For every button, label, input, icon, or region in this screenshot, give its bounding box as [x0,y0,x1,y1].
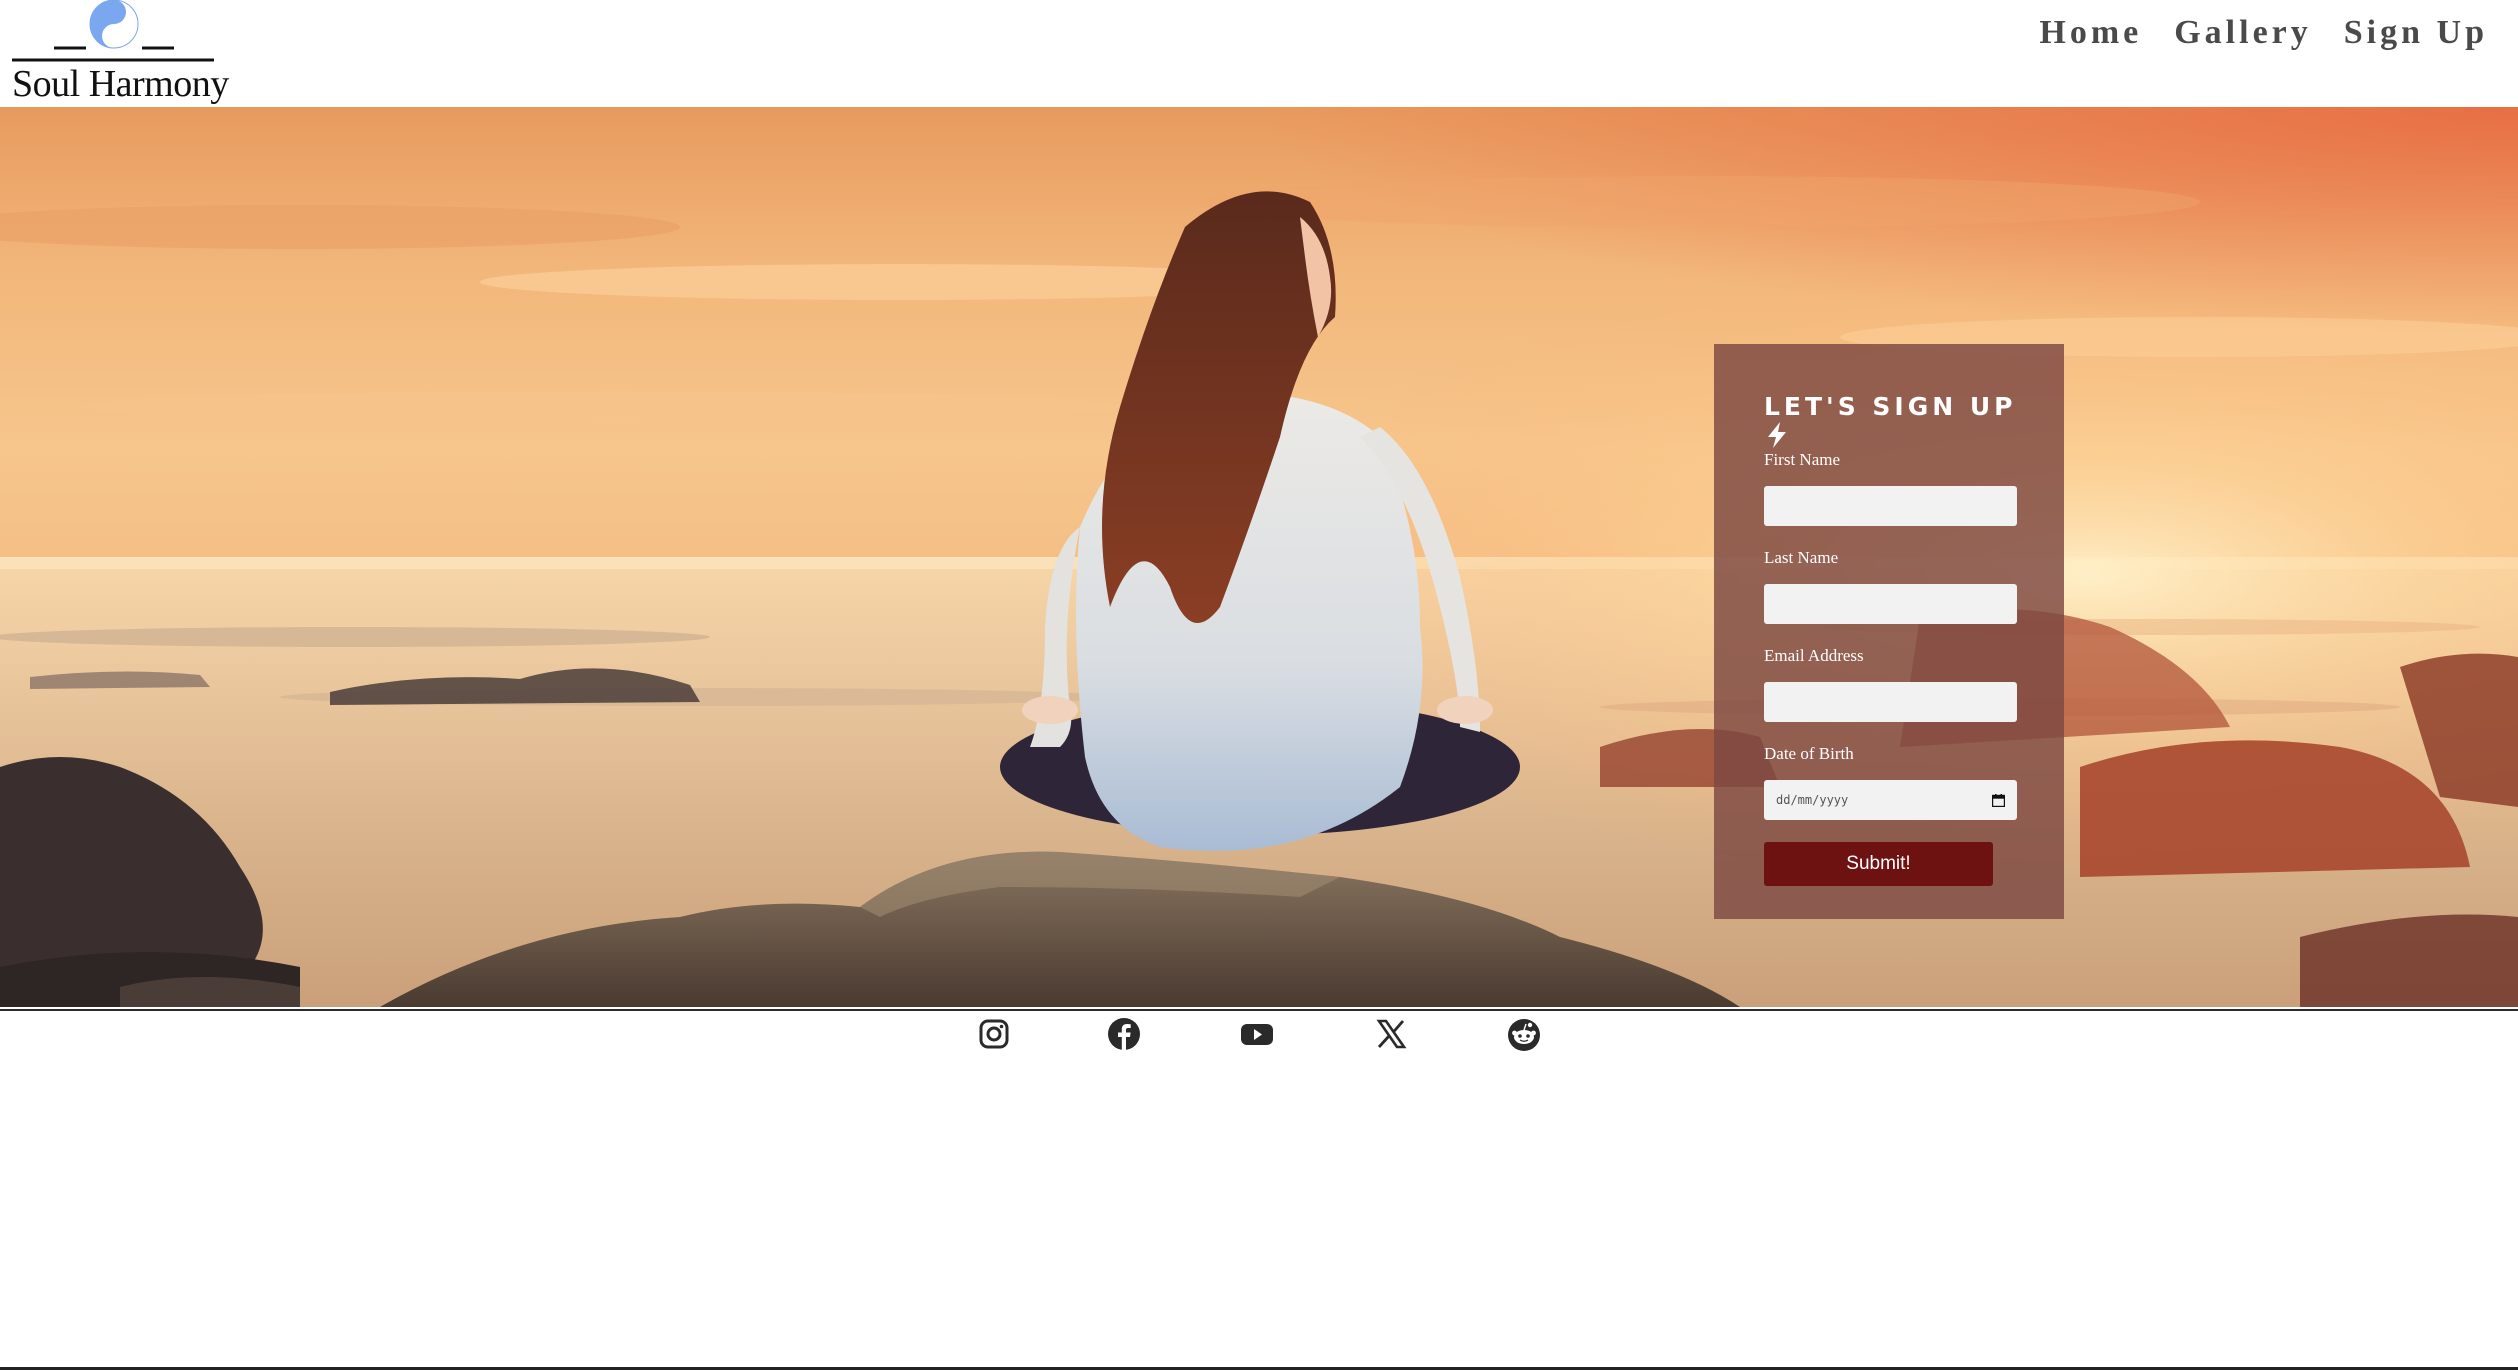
signup-title: LET'S SIGN UP [1764,392,2064,448]
yin-yang-icon [12,0,214,62]
calendar-icon[interactable] [1992,794,2005,807]
dob-input[interactable]: dd/mm/yyyy [1764,780,2017,820]
main-nav: Home Gallery Sign Up [2039,14,2488,52]
instagram-icon[interactable] [976,1016,1012,1052]
meditation-sunset-illustration [0,107,2518,1007]
nav-gallery[interactable]: Gallery [2174,14,2312,52]
signup-form: LET'S SIGN UP First Name Last Name Email… [1714,344,2064,919]
last-name-group: Last Name [1764,548,2064,624]
first-name-input[interactable] [1764,486,2017,526]
brand-name: Soul Harmony [12,63,229,105]
email-group: Email Address [1764,646,2064,722]
last-name-input[interactable] [1764,584,2017,624]
lightning-bolt-icon [1768,422,1786,448]
dob-placeholder: dd/mm/yyyy [1776,793,1849,807]
signup-title-text: LET'S SIGN UP [1764,392,2017,421]
social-links [976,1016,1540,1052]
submit-button[interactable]: Submit! [1764,842,1993,886]
site-header: Soul Harmony Home Gallery Sign Up [0,0,2518,107]
facebook-icon[interactable] [1106,1016,1142,1052]
last-name-label: Last Name [1764,548,1839,567]
hero-image: LET'S SIGN UP First Name Last Name Email… [0,107,2518,1007]
first-name-group: First Name [1764,450,2064,526]
x-icon[interactable] [1373,1016,1409,1052]
dob-label: Date of Birth [1764,744,1854,763]
logo[interactable]: Soul Harmony [12,0,229,107]
nav-home[interactable]: Home [2039,14,2142,52]
dob-group: Date of Birth dd/mm/yyyy [1764,744,2064,820]
reddit-icon[interactable] [1506,1016,1542,1052]
email-input[interactable] [1764,682,2017,722]
email-label: Email Address [1764,646,1864,665]
first-name-label: First Name [1764,450,1841,469]
youtube-icon[interactable] [1239,1016,1275,1052]
nav-sign-up[interactable]: Sign Up [2344,14,2488,52]
footer-divider [0,1009,2518,1011]
